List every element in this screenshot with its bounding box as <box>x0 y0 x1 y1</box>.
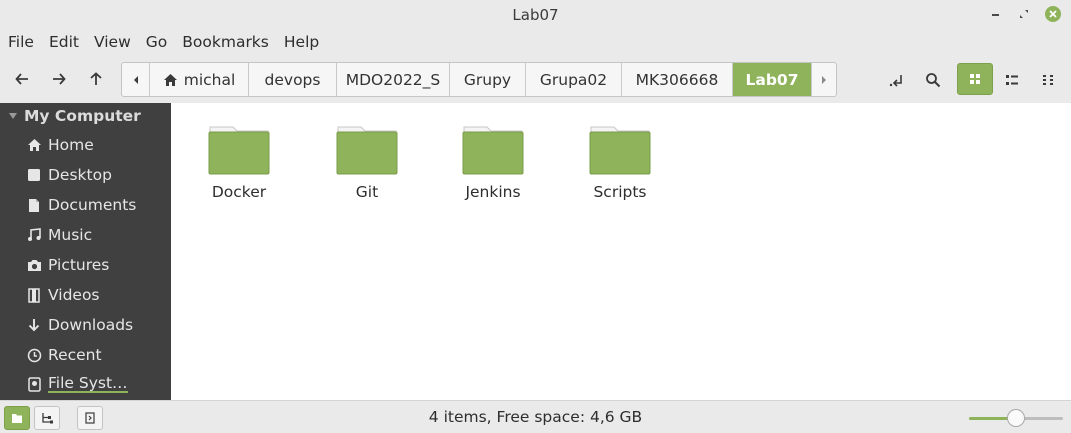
up-button[interactable] <box>83 66 109 92</box>
breadcrumb-item[interactable]: devops <box>248 63 336 96</box>
clock-icon <box>26 347 42 363</box>
sidebar-item-label: Music <box>48 226 93 244</box>
grid-view-icon <box>970 74 980 84</box>
documents-icon <box>26 197 42 213</box>
sidebar-item-desktop[interactable]: Desktop <box>26 166 112 184</box>
forward-button[interactable] <box>46 66 72 92</box>
list-view-button[interactable] <box>997 65 1027 95</box>
location-toggle-icon <box>889 75 902 87</box>
arrow-right-icon <box>53 73 66 85</box>
back-button[interactable] <box>9 66 35 92</box>
menu-go[interactable]: Go <box>142 29 172 56</box>
folder-item[interactable]: Git <box>317 123 417 201</box>
breadcrumb-label: michal <box>183 70 236 89</box>
sidebar-item-label: Documents <box>48 196 137 214</box>
toolbar: michal devops MDO2022_S Grupy Grupa02 MK… <box>0 56 1071 103</box>
sidebar-item-downloads[interactable]: Downloads <box>26 316 133 334</box>
minimize-button[interactable] <box>987 6 1003 22</box>
sidebar: My Computer Home Desktop Documents Music… <box>0 103 171 400</box>
arrow-left-icon <box>15 73 28 85</box>
sidebar-item-label: Videos <box>48 286 100 304</box>
close-button[interactable] <box>1045 6 1061 22</box>
sidebar-section-my-computer[interactable]: My Computer <box>8 107 141 125</box>
sidebar-item-label: Pictures <box>48 256 110 274</box>
desktop-icon <box>26 167 42 183</box>
compact-view-icon <box>1043 75 1053 85</box>
folder-label: Git <box>355 183 379 201</box>
icon-view-button[interactable] <box>957 63 993 95</box>
caret-right-icon <box>822 75 826 84</box>
status-bar: 4 items, Free space: 4,6 GB <box>0 400 1071 433</box>
sidebar-item-file-system[interactable]: File Syst… <box>26 374 128 393</box>
sidebar-item-documents[interactable]: Documents <box>26 196 136 214</box>
breadcrumb-scroll-left[interactable] <box>122 63 149 96</box>
menu-edit[interactable]: Edit <box>45 29 83 56</box>
folder-icon <box>462 126 524 175</box>
search-button[interactable] <box>918 65 948 95</box>
search-icon <box>926 73 941 88</box>
compact-view-button[interactable] <box>1034 65 1064 95</box>
breadcrumb-item[interactable]: MK306668 <box>621 63 732 96</box>
maximize-button[interactable] <box>1016 6 1032 22</box>
arrow-up-icon <box>90 72 102 85</box>
folder-item[interactable]: Scripts <box>570 123 670 201</box>
sidebar-item-label: Home <box>48 136 94 154</box>
breadcrumb: michal devops MDO2022_S Grupy Grupa02 MK… <box>121 62 837 97</box>
list-view-icon <box>1006 75 1018 85</box>
folder-icon <box>589 126 651 175</box>
caret-left-icon <box>133 75 138 84</box>
folder-label: Docker <box>211 183 267 201</box>
chevron-down-icon <box>9 113 17 119</box>
zoom-slider-handle[interactable] <box>1007 409 1025 427</box>
menu-bar: File Edit View Go Bookmarks Help <box>0 29 1071 56</box>
menu-file[interactable]: File <box>4 29 38 56</box>
window-title: Lab07 <box>512 5 559 24</box>
download-icon <box>26 317 42 333</box>
title-bar: Lab07 <box>0 0 1071 29</box>
menu-view[interactable]: View <box>90 29 135 56</box>
menu-help[interactable]: Help <box>280 29 323 56</box>
sidebar-item-label: Downloads <box>48 316 134 334</box>
folder-label: Jenkins <box>465 183 521 201</box>
sidebar-item-home[interactable]: Home <box>26 136 94 154</box>
close-icon <box>1045 6 1061 22</box>
toggle-location-button[interactable] <box>882 65 912 95</box>
folder-label: Scripts <box>593 183 647 201</box>
home-icon <box>26 137 42 153</box>
breadcrumb-item[interactable]: Grupy <box>449 63 525 96</box>
folder-item[interactable]: Jenkins <box>443 123 543 201</box>
sidebar-item-label: File Syst… <box>48 374 128 393</box>
breadcrumb-home[interactable]: michal <box>149 63 248 96</box>
breadcrumb-item[interactable]: Grupa02 <box>525 63 621 96</box>
status-text: 4 items, Free space: 4,6 GB <box>428 408 643 426</box>
sidebar-item-music[interactable]: Music <box>26 226 92 244</box>
sidebar-item-recent[interactable]: Recent <box>26 346 102 364</box>
maximize-icon <box>1020 10 1028 18</box>
sidebar-item-pictures[interactable]: Pictures <box>26 256 109 274</box>
breadcrumb-scroll-right[interactable] <box>811 63 836 96</box>
folder-item[interactable]: Docker <box>189 123 289 201</box>
drive-icon <box>26 377 42 393</box>
film-icon <box>26 287 42 303</box>
folder-icon <box>208 126 270 175</box>
file-view: Docker Git Jenkins Scripts <box>171 103 1071 400</box>
sidebar-item-label: Recent <box>48 346 102 364</box>
breadcrumb-current[interactable]: Lab07 <box>732 63 811 96</box>
music-icon <box>26 227 42 243</box>
breadcrumb-item[interactable]: MDO2022_S <box>336 63 449 96</box>
folder-icon <box>336 126 398 175</box>
camera-icon <box>26 257 42 273</box>
sidebar-item-label: Desktop <box>48 166 112 184</box>
menu-bookmarks[interactable]: Bookmarks <box>178 29 273 56</box>
sidebar-item-videos[interactable]: Videos <box>26 286 100 304</box>
sidebar-section-label: My Computer <box>24 107 141 125</box>
home-icon <box>163 73 177 86</box>
